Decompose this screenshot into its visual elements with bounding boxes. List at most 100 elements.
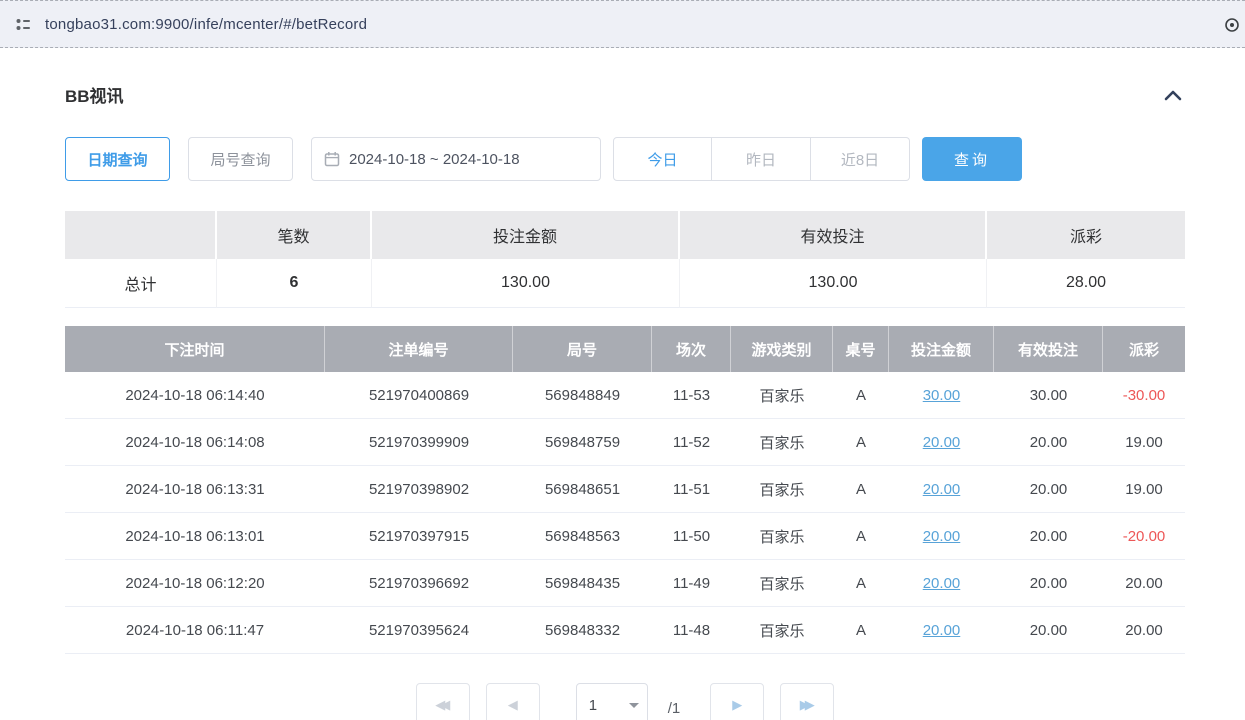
cell-session: 11-49 [652, 560, 731, 606]
cell-bet-time: 2024-10-18 06:12:20 [65, 560, 325, 606]
header-table-number: 桌号 [833, 326, 889, 372]
bet-amount-link[interactable]: 30.00 [923, 387, 961, 404]
summary-header-bet-amount: 投注金额 [372, 211, 680, 259]
summary-header-empty [65, 211, 217, 259]
cell-order-number: 521970398902 [325, 466, 513, 512]
cell-bet-time: 2024-10-18 06:14:40 [65, 372, 325, 418]
cell-order-number: 521970396692 [325, 560, 513, 606]
table-row: 2024-10-18 06:11:47 521970395624 5698483… [65, 607, 1185, 654]
summary-header-count: 笔数 [217, 211, 372, 259]
summary-total-bet-amount: 130.00 [372, 259, 680, 308]
bet-record-panel: BB视讯 日期查询 局号查询 2024-10-18 ~ 2024-10-18 今… [65, 82, 1185, 720]
header-payout: 派彩 [1103, 326, 1185, 372]
last-page-button[interactable]: ▶▶ [780, 683, 834, 720]
summary-total-payout: 28.00 [987, 259, 1185, 308]
summary-total-count: 6 [217, 259, 372, 308]
header-valid-bet: 有效投注 [994, 326, 1103, 372]
cell-round-number: 569848759 [513, 419, 652, 465]
cell-bet-time: 2024-10-18 06:13:31 [65, 466, 325, 512]
header-bet-amount: 投注金额 [889, 326, 994, 372]
bet-amount-link[interactable]: 20.00 [923, 434, 961, 451]
cell-table-number: A [833, 513, 889, 559]
quick-yesterday-button[interactable]: 昨日 [712, 137, 811, 181]
cell-session: 11-48 [652, 607, 731, 653]
first-page-button[interactable]: ◀◀ [416, 683, 470, 720]
cell-bet-amount: 20.00 [889, 560, 994, 606]
quick-date-group: 今日 昨日 近8日 [613, 137, 910, 181]
cell-round-number: 569848849 [513, 372, 652, 418]
page-select[interactable]: 1 [576, 683, 648, 720]
header-session: 场次 [652, 326, 731, 372]
cell-bet-amount: 20.00 [889, 419, 994, 465]
cell-table-number: A [833, 419, 889, 465]
calendar-icon [324, 151, 340, 167]
date-query-button[interactable]: 日期查询 [65, 137, 170, 181]
summary-header-payout: 派彩 [987, 211, 1185, 259]
cell-table-number: A [833, 560, 889, 606]
bet-amount-link[interactable]: 20.00 [923, 481, 961, 498]
round-query-button[interactable]: 局号查询 [188, 137, 293, 181]
date-range-value: 2024-10-18 ~ 2024-10-18 [349, 151, 520, 168]
cell-bet-amount: 20.00 [889, 607, 994, 653]
cell-valid-bet: 20.00 [994, 560, 1103, 606]
header-round-number: 局号 [513, 326, 652, 372]
table-row: 2024-10-18 06:13:01 521970397915 5698485… [65, 513, 1185, 560]
cell-bet-time: 2024-10-18 06:13:01 [65, 513, 325, 559]
cell-valid-bet: 20.00 [994, 466, 1103, 512]
table-row: 2024-10-18 06:14:40 521970400869 5698488… [65, 372, 1185, 419]
browser-menu-icon[interactable] [14, 15, 33, 34]
bet-amount-link[interactable]: 20.00 [923, 575, 961, 592]
cell-table-number: A [833, 372, 889, 418]
table-row: 2024-10-18 06:14:08 521970399909 5698487… [65, 419, 1185, 466]
cell-order-number: 521970397915 [325, 513, 513, 559]
bet-amount-link[interactable]: 20.00 [923, 622, 961, 639]
header-order-number: 注单编号 [325, 326, 513, 372]
cell-round-number: 569848332 [513, 607, 652, 653]
cell-game-type: 百家乐 [731, 607, 833, 653]
cell-game-type: 百家乐 [731, 419, 833, 465]
url-text[interactable]: tongbao31.com:9900/infe/mcenter/#/betRec… [45, 16, 367, 33]
next-page-button[interactable]: ▶ [710, 683, 764, 720]
quick-today-button[interactable]: 今日 [613, 137, 712, 181]
search-button[interactable]: 查询 [922, 137, 1022, 181]
cell-bet-amount: 30.00 [889, 372, 994, 418]
chevron-left-icon: ◀ [508, 697, 518, 713]
browser-target-icon[interactable] [1224, 17, 1240, 38]
table-row: 2024-10-18 06:13:31 521970398902 5698486… [65, 466, 1185, 513]
chevron-right-icon: ▶ [732, 697, 742, 713]
cell-order-number: 521970400869 [325, 372, 513, 418]
cell-game-type: 百家乐 [731, 466, 833, 512]
bet-table-body: 2024-10-18 06:14:40 521970400869 5698488… [65, 372, 1185, 654]
cell-session: 11-52 [652, 419, 731, 465]
cell-round-number: 569848563 [513, 513, 652, 559]
summary-total-label: 总计 [65, 259, 217, 308]
cell-payout: -20.00 [1103, 513, 1185, 559]
cell-bet-amount: 20.00 [889, 466, 994, 512]
date-range-input[interactable]: 2024-10-18 ~ 2024-10-18 [311, 137, 601, 181]
cell-round-number: 569848435 [513, 560, 652, 606]
cell-payout: 20.00 [1103, 607, 1185, 653]
summary-header-valid-bet: 有效投注 [680, 211, 987, 259]
double-chevron-left-icon: ◀◀ [435, 697, 450, 713]
panel-header: BB视讯 [65, 82, 1185, 107]
cell-session: 11-51 [652, 466, 731, 512]
prev-page-button[interactable]: ◀ [486, 683, 540, 720]
header-game-type: 游戏类别 [731, 326, 833, 372]
bet-table-header: 下注时间 注单编号 局号 场次 游戏类别 桌号 投注金额 有效投注 派彩 [65, 326, 1185, 372]
bet-amount-link[interactable]: 20.00 [923, 528, 961, 545]
browser-address-bar: tongbao31.com:9900/infe/mcenter/#/betRec… [0, 0, 1245, 48]
cell-payout: 19.00 [1103, 419, 1185, 465]
cell-session: 11-53 [652, 372, 731, 418]
cell-game-type: 百家乐 [731, 513, 833, 559]
cell-game-type: 百家乐 [731, 372, 833, 418]
cell-valid-bet: 20.00 [994, 419, 1103, 465]
panel-title: BB视讯 [65, 82, 124, 107]
page-total-label: /1 [668, 694, 681, 717]
quick-last8days-button[interactable]: 近8日 [811, 137, 910, 181]
cell-session: 11-50 [652, 513, 731, 559]
chevron-up-icon[interactable] [1161, 87, 1185, 103]
cell-game-type: 百家乐 [731, 560, 833, 606]
cell-valid-bet: 30.00 [994, 372, 1103, 418]
summary-total-row: 总计 6 130.00 130.00 28.00 [65, 259, 1185, 308]
cell-order-number: 521970399909 [325, 419, 513, 465]
